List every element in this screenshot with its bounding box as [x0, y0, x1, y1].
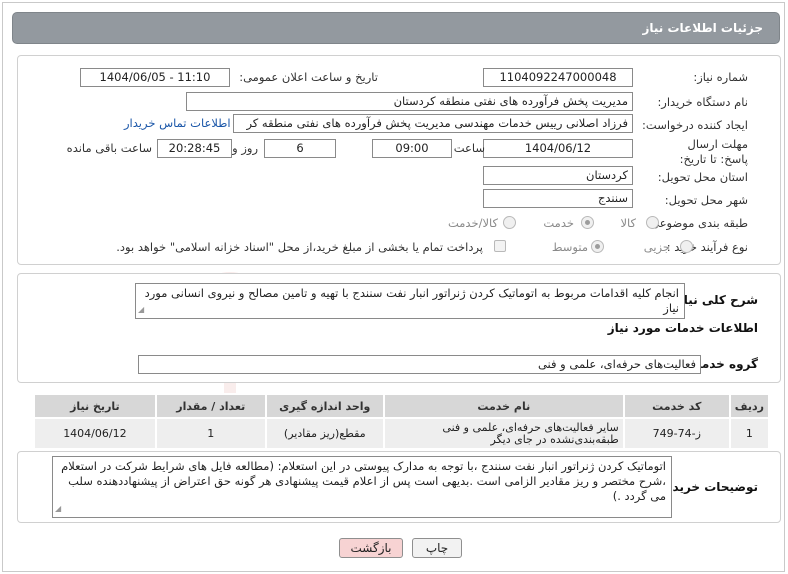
announce-datetime-field: 1404/06/05 - 11:10	[80, 68, 230, 87]
days-field: 6	[264, 139, 336, 158]
process-option-minor: جزیی	[643, 240, 670, 254]
deadline-date-field: 1404/06/12	[483, 139, 633, 158]
summary-text: انجام کلیه اقدامات مربوط به اتوماتیک کرد…	[144, 286, 679, 315]
category-radio-service[interactable]	[581, 216, 594, 229]
col-qty-header: تعداد / مقدار	[154, 393, 267, 419]
remaining-time-field: 20:28:45	[157, 139, 232, 158]
buyer-org-field: مدیریت پخش فرآورده های نفتی منطقه کردستا…	[186, 92, 633, 111]
buyer-contact-link[interactable]: اطلاعات تماس خریدار	[124, 116, 231, 130]
resize-grip-icon[interactable]: ◢	[138, 302, 144, 317]
time-label: ساعت	[453, 141, 485, 155]
service-name: سایر فعالیت‌های حرفه‌ای، علمی و فنی طبقه…	[382, 417, 625, 450]
table-header-row: ردیف کد خدمت نام خدمت واحد اندازه گیری ت…	[33, 393, 771, 419]
requester-field: فرزاد اصلانی رییس خدمات مهندسی مدیریت پخ…	[233, 114, 633, 133]
summary-textarea[interactable]: انجام کلیه اقدامات مربوط به اتوماتیک کرد…	[135, 283, 685, 319]
measure-unit: مقطع(ریز مقادیر)	[264, 417, 385, 450]
service-group-field: فعالیت‌های حرفه‌ای، علمی و فنی	[138, 355, 701, 374]
print-button[interactable]: چاپ	[412, 538, 462, 558]
deadline-time-field: 09:00	[372, 139, 452, 158]
need-number-field: 1104092247000048	[483, 68, 633, 87]
buyer-org-label: نام دستگاه خریدار:	[657, 95, 748, 109]
page-title: جزئیات اطلاعات نیاز	[642, 21, 763, 35]
process-option-medium: متوسط	[551, 240, 588, 254]
announce-datetime-label: تاریخ و ساعت اعلان عمومی:	[239, 70, 378, 84]
remaining-label: ساعت باقی مانده	[66, 141, 152, 155]
quantity: 1	[154, 417, 267, 450]
days-label: روز و	[232, 141, 258, 155]
process-radio-minor[interactable]	[680, 240, 693, 253]
col-name-header: نام خدمت	[382, 393, 625, 419]
category-option-service: خدمت	[543, 216, 574, 230]
services-table: ردیف کد خدمت نام خدمت واحد اندازه گیری ت…	[33, 393, 771, 450]
city-label: شهر محل تحویل:	[664, 193, 748, 207]
city-field: سنندج	[483, 189, 633, 208]
col-row-header: ردیف	[728, 393, 771, 419]
service-code: ز-74-749	[622, 417, 731, 450]
process-label: نوع فرآیند خرید :	[666, 240, 748, 254]
buyer-notes-textarea[interactable]: اتوماتیک کردن ژنراتور انبار نفت سنندج ،ب…	[52, 456, 672, 518]
back-button[interactable]: بازگشت	[339, 538, 403, 558]
category-option-goods: کالا	[620, 216, 636, 230]
need-number-label: شماره نیاز:	[693, 70, 748, 84]
col-unit-header: واحد اندازه گیری	[264, 393, 385, 419]
requester-label: ایجاد کننده درخواست:	[642, 118, 748, 132]
row-number: 1	[728, 417, 771, 450]
col-code-header: کد خدمت	[622, 393, 731, 419]
category-radio-goods-service[interactable]	[503, 216, 516, 229]
table-row: 1 ز-74-749 سایر فعالیت‌های حرفه‌ای، علمی…	[33, 417, 771, 450]
buyer-notes-text: اتوماتیک کردن ژنراتور انبار نفت سنندج ،ب…	[61, 459, 666, 503]
category-option-goods-service: کالا/خدمت	[447, 216, 498, 230]
need-date: 1404/06/12	[33, 417, 157, 450]
services-title: اطلاعات خدمات مورد نیاز	[607, 321, 758, 335]
col-date-header: تاریخ نیاز	[33, 393, 157, 419]
category-label: طبقه بندی موضوعی:	[646, 216, 748, 230]
resize-grip-icon[interactable]: ◢	[55, 501, 61, 516]
treasury-checkbox[interactable]	[494, 240, 506, 252]
page-header: جزئیات اطلاعات نیاز	[12, 12, 780, 44]
category-radio-goods[interactable]	[646, 216, 659, 229]
payment-note: پرداخت تمام یا بخشی از مبلغ خرید،از محل …	[116, 240, 483, 254]
province-label: استان محل تحویل:	[657, 170, 748, 184]
province-field: کردستان	[483, 166, 633, 185]
deadline-label: مهلت ارسال پاسخ: تا تاریخ:	[679, 137, 748, 166]
process-radio-medium[interactable]	[591, 240, 604, 253]
